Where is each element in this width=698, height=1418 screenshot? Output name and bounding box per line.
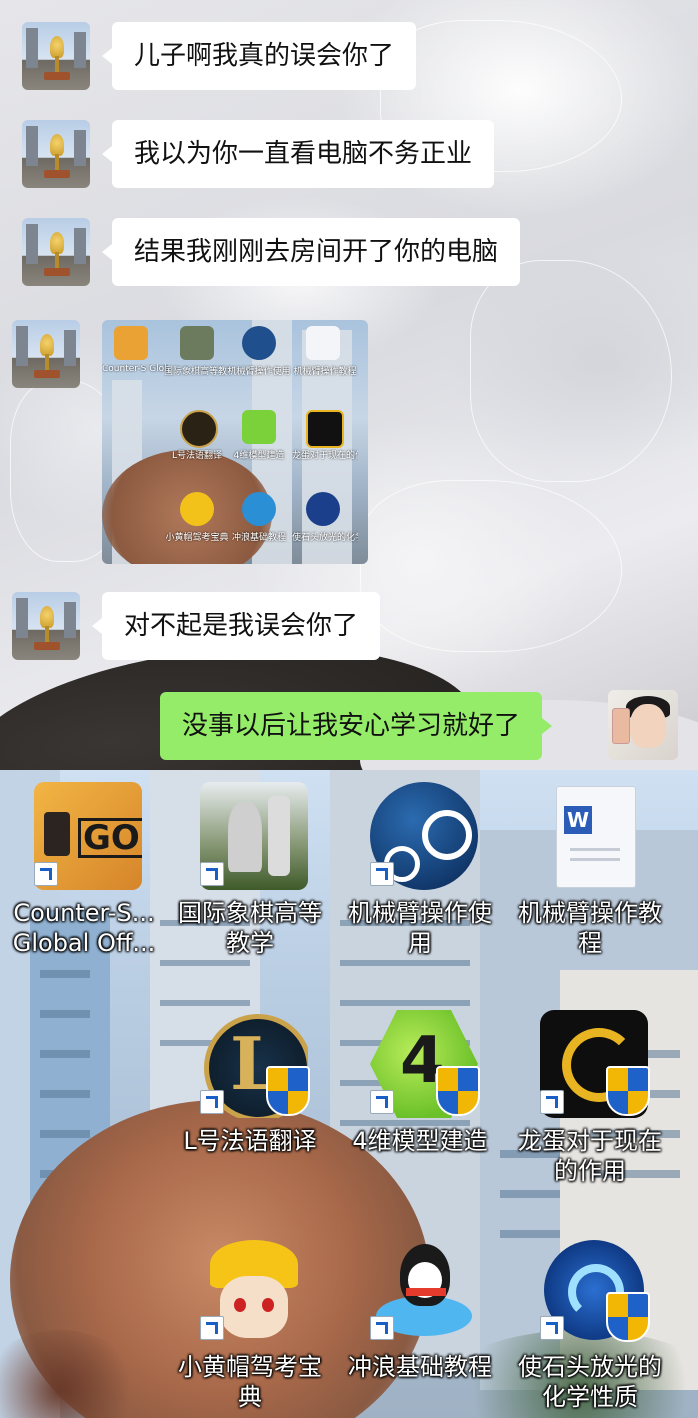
image-message[interactable]: Counter-S Global Off... 国际象棋高等教学 机械臂操作使用…	[102, 320, 368, 564]
contact-avatar[interactable]	[22, 22, 90, 90]
icon-label: 小黄帽驾考宝典	[178, 1353, 322, 1411]
shortcut-arrow-icon	[200, 1316, 224, 1340]
shortcut-arrow-icon	[540, 1316, 564, 1340]
contact-avatar[interactable]	[22, 218, 90, 286]
uac-shield-icon	[266, 1066, 310, 1116]
thumb-label: 冲浪基础教程	[231, 533, 286, 543]
green-4-icon	[242, 410, 276, 444]
uac-shield-icon	[606, 1066, 650, 1116]
icon-label: 使石头放光的化学性质	[518, 1353, 662, 1411]
icon-label: 冲浪基础教程	[348, 1353, 492, 1381]
icon-label: 机械臂操作使用	[348, 899, 492, 957]
league-of-legends-icon	[180, 410, 218, 448]
word-document-icon: W	[540, 782, 648, 890]
shortcut-arrow-icon	[370, 1090, 394, 1114]
icon-label: Counter-S... Global Off...	[12, 899, 156, 957]
chess-icon	[180, 326, 214, 360]
desktop-icon-steam[interactable]: 机械臂操作使用	[340, 776, 500, 986]
uac-shield-icon	[436, 1066, 480, 1116]
desktop-icon-dragon[interactable]: 龙蛋对于现在的作用	[510, 1004, 670, 1214]
message-bubble[interactable]: 结果我刚刚去房间开了你的电脑	[101, 218, 521, 286]
contact-avatar[interactable]	[22, 120, 90, 188]
message-bubble[interactable]: 对不起是我误会你了	[91, 592, 381, 660]
icon-label: L号法语翻译	[183, 1127, 317, 1155]
steam-icon	[242, 326, 276, 360]
blue-swirl-icon	[306, 492, 340, 526]
self-avatar[interactable]	[608, 690, 678, 760]
thumb-label: 龙蛋对于现在的作用	[292, 451, 358, 461]
thumb-label: L号法语翻译	[171, 451, 222, 461]
thumb-label: 小黄帽驾考宝典	[165, 533, 229, 543]
icon-label: 4维模型建造	[352, 1127, 488, 1155]
desktop-icon-lol[interactable]: L L号法语翻译	[170, 1004, 330, 1214]
icon-label: 机械臂操作教程	[518, 899, 662, 957]
ice-texture	[360, 480, 622, 652]
shortcut-arrow-icon	[370, 862, 394, 886]
thumb-label: 使石头放光的化学性质	[292, 533, 358, 543]
desktop-icon-yellow-hat[interactable]: 小黄帽驾考宝典	[170, 1230, 330, 1418]
ice-texture	[470, 260, 672, 482]
shortcut-arrow-icon	[34, 862, 58, 886]
shortcut-arrow-icon	[540, 1090, 564, 1114]
message-bubble[interactable]: 儿子啊我真的误会你了	[101, 22, 417, 90]
dragon-game-icon	[306, 410, 344, 448]
shortcut-arrow-icon	[200, 862, 224, 886]
chat-window: 儿子啊我真的误会你了 我以为你一直看电脑不务正业 结果我刚刚去房间开了你的电脑	[0, 0, 698, 770]
thumb-label: 机械臂操作教程	[293, 367, 357, 377]
uac-shield-icon	[606, 1292, 650, 1342]
icon-label: 国际象棋高等教学	[178, 899, 322, 957]
desktop-icon-chess[interactable]: 国际象棋高等教学	[170, 776, 330, 986]
message-bubble[interactable]: 我以为你一直看电脑不务正业	[101, 120, 495, 188]
desktop-icon-4d-model[interactable]: 4 4维模型建造	[340, 1004, 500, 1214]
message-bubble-self[interactable]: 没事以后让我安心学习就好了	[160, 692, 553, 760]
icon-label: 龙蛋对于现在的作用	[518, 1127, 662, 1185]
shortcut-arrow-icon	[200, 1090, 224, 1114]
qq-penguin-icon	[242, 492, 276, 526]
screenshot: 儿子啊我真的误会你了 我以为你一直看电脑不务正业 结果我刚刚去房间开了你的电脑	[0, 0, 698, 1418]
desktop-icon-word-doc[interactable]: W 机械臂操作教程	[510, 776, 670, 986]
thumb-label: Counter-S Global Off...	[102, 364, 168, 374]
contact-avatar[interactable]	[12, 320, 80, 388]
shortcut-arrow-icon	[370, 1316, 394, 1340]
word-document-icon	[306, 326, 340, 360]
desktop-icon-surfing[interactable]: 冲浪基础教程	[340, 1230, 500, 1418]
thumb-label: 机械臂操作使用	[227, 367, 291, 377]
contact-avatar[interactable]	[12, 592, 80, 660]
thumb-label: 4维模型建造	[233, 451, 285, 461]
yellow-hat-girl-icon	[180, 492, 214, 526]
csgo-icon	[114, 326, 148, 360]
thumb-label: 国际象棋高等教学	[164, 367, 230, 377]
desktop-icon-csgo[interactable]: GO Counter-S... Global Off...	[4, 776, 164, 986]
desktop-icon-glowing-stone[interactable]: 使石头放光的化学性质	[510, 1230, 670, 1418]
desktop-screenshot: GO Counter-S... Global Off... 国际象棋高等教学 机…	[0, 770, 698, 1418]
